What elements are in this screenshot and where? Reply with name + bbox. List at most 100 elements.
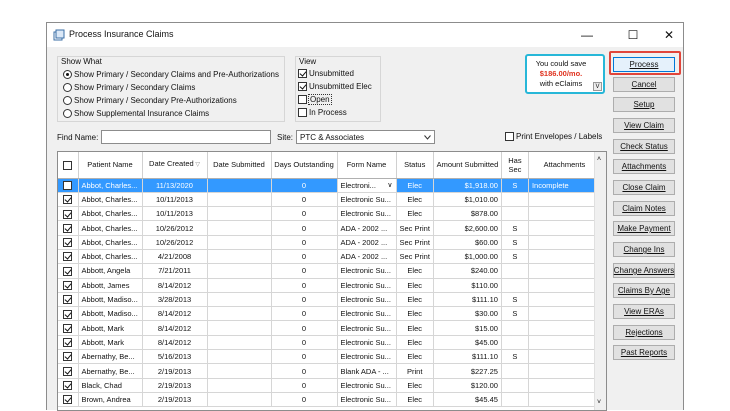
col-patient-name[interactable]: Patient Name xyxy=(78,152,143,179)
claim-notes-button[interactable]: Claim Notes xyxy=(613,201,675,216)
claims-by-age-button[interactable]: Claims By Age xyxy=(613,283,675,298)
show-option-1-radio[interactable] xyxy=(63,70,72,79)
table-row[interactable]: Abernathy, Be... 5/16/2013 0 Electronic Su.… xyxy=(58,349,601,365)
row-checkbox[interactable] xyxy=(58,192,79,208)
past-reports-button[interactable]: Past Reports xyxy=(613,345,675,360)
scroll-up-icon[interactable]: ˄ xyxy=(597,156,601,163)
cell-form-name[interactable]: ADA - 2002 ... xyxy=(337,235,397,250)
setup-button[interactable]: Setup xyxy=(613,97,675,112)
row-select-checkbox[interactable] xyxy=(63,180,73,190)
select-all-checkbox[interactable] xyxy=(63,160,73,170)
cell-form-name[interactable]: Electronic Su... xyxy=(337,349,397,365)
cell-form-name[interactable]: Blank ADA - ... xyxy=(337,363,397,379)
row-checkbox[interactable] xyxy=(58,178,79,193)
col-date-created[interactable]: Date Created ▽ xyxy=(142,152,208,179)
cell-form-name[interactable]: Electronic Su... xyxy=(337,278,397,293)
cell-form-name[interactable]: Electronic Su... xyxy=(337,192,397,208)
cell-form-name[interactable]: Electronic Su... xyxy=(337,320,397,336)
view-eras-button[interactable]: View ERAs xyxy=(613,304,675,319)
col-form-name[interactable]: Form Name xyxy=(337,152,397,179)
change-ins-button[interactable]: Change Ins xyxy=(613,242,675,257)
row-checkbox[interactable] xyxy=(58,392,79,408)
cancel-button[interactable]: Cancel xyxy=(613,77,675,92)
row-select-checkbox[interactable] xyxy=(63,295,73,305)
row-checkbox[interactable] xyxy=(58,292,79,308)
row-checkbox[interactable] xyxy=(58,220,79,236)
table-row[interactable]: Abbot, Charles... 10/26/2012 0 ADA - 2002 .… xyxy=(58,235,601,250)
print-envelopes-checkbox[interactable] xyxy=(505,132,514,141)
col-days-outstanding[interactable]: Days Outstanding xyxy=(271,152,338,179)
table-row[interactable]: Abbott, Mark 8/14/2012 0 Electronic Su... El… xyxy=(58,335,601,351)
find-name-input[interactable] xyxy=(101,130,271,144)
show-option-3-radio[interactable] xyxy=(63,96,72,105)
row-checkbox[interactable] xyxy=(58,349,79,365)
scroll-down-icon[interactable]: ˅ xyxy=(597,399,601,406)
cell-form-name[interactable]: Electronic Su... xyxy=(337,392,397,408)
site-select[interactable]: PTC & Associates xyxy=(296,130,435,144)
cell-form-name[interactable]: Electronic Su... xyxy=(337,335,397,351)
table-row[interactable]: Abbot, Charles... 11/13/2020 0 Electroni...… xyxy=(58,178,601,193)
cell-form-name[interactable]: ADA - 2002 ... xyxy=(337,249,397,265)
unsubmitted-elec-checkbox[interactable] xyxy=(298,82,307,91)
row-checkbox[interactable] xyxy=(58,235,79,250)
row-select-checkbox[interactable] xyxy=(63,195,73,205)
promo-toggle[interactable]: V xyxy=(593,82,602,91)
select-all-header[interactable] xyxy=(58,152,79,179)
table-row[interactable]: Abbot, Charles... 4/21/2008 0 ADA - 2002 ..… xyxy=(58,249,601,265)
show-option-2-radio[interactable] xyxy=(63,83,72,92)
table-row[interactable]: Abernathy, Be... 2/19/2013 0 Blank ADA - ..… xyxy=(58,363,601,379)
col-date-submitted[interactable]: Date Submitted xyxy=(207,152,272,179)
close-claim-button[interactable]: Close Claim xyxy=(613,180,675,195)
row-select-checkbox[interactable] xyxy=(63,252,73,262)
row-checkbox[interactable] xyxy=(58,306,79,322)
make-payment-button[interactable]: Make Payment xyxy=(613,221,675,236)
in-process-checkbox[interactable] xyxy=(298,108,307,117)
row-select-checkbox[interactable] xyxy=(63,209,73,219)
check-status-button[interactable]: Check Status xyxy=(613,139,675,154)
table-row[interactable]: Abbott, Madiso... 3/28/2013 0 Electronic Su… xyxy=(58,292,601,308)
open-checkbox[interactable] xyxy=(298,95,307,104)
chevron-down-icon[interactable]: ∨ xyxy=(387,181,392,189)
row-checkbox[interactable] xyxy=(58,249,79,265)
table-row[interactable]: Brown, Andrea 2/19/2013 0 Electronic Su... E… xyxy=(58,392,601,408)
cell-form-name[interactable]: Electronic Su... xyxy=(337,263,397,279)
col-has-sec[interactable]: Has Sec xyxy=(501,152,529,179)
grid-scrollbar[interactable]: ˄ ˅ xyxy=(594,152,606,410)
unsubmitted-checkbox[interactable] xyxy=(298,69,307,78)
cell-form-name[interactable]: Electronic Su... xyxy=(337,292,397,308)
row-checkbox[interactable] xyxy=(58,263,79,279)
row-checkbox[interactable] xyxy=(58,363,79,379)
row-select-checkbox[interactable] xyxy=(63,366,73,376)
table-row[interactable]: Abbott, James 8/14/2012 0 Electronic Su... E… xyxy=(58,278,601,293)
rejections-button[interactable]: Rejections xyxy=(613,325,675,340)
maximize-button[interactable]: ☐ xyxy=(619,23,647,47)
row-checkbox[interactable] xyxy=(58,378,79,393)
row-select-checkbox[interactable] xyxy=(63,223,73,233)
row-checkbox[interactable] xyxy=(58,335,79,351)
row-select-checkbox[interactable] xyxy=(63,238,73,248)
change-answers-button[interactable]: Change Answers xyxy=(613,263,675,278)
table-row[interactable]: Abbot, Charles... 10/26/2012 0 ADA - 2002 .… xyxy=(58,220,601,236)
col-amount-submitted[interactable]: Amount Submitted xyxy=(433,152,502,179)
cell-form-name[interactable]: Electroni... ∨ xyxy=(337,178,397,193)
row-select-checkbox[interactable] xyxy=(63,338,73,348)
cell-form-name[interactable]: Electronic Su... xyxy=(337,206,397,222)
row-select-checkbox[interactable] xyxy=(63,352,73,362)
row-select-checkbox[interactable] xyxy=(63,266,73,276)
row-select-checkbox[interactable] xyxy=(63,309,73,319)
row-select-checkbox[interactable] xyxy=(63,323,73,333)
row-select-checkbox[interactable] xyxy=(63,395,73,405)
table-row[interactable]: Abbot, Charles... 10/11/2013 0 Electronic S… xyxy=(58,192,601,208)
view-claim-button[interactable]: View Claim xyxy=(613,118,675,133)
row-checkbox[interactable] xyxy=(58,278,79,293)
show-option-4-radio[interactable] xyxy=(63,109,72,118)
col-status[interactable]: Status xyxy=(396,152,434,179)
minimize-button[interactable]: — xyxy=(573,23,601,47)
eclaims-promo[interactable]: You could save $186.00/mo. with eClaims … xyxy=(525,54,605,94)
row-checkbox[interactable] xyxy=(58,206,79,222)
close-button[interactable]: ✕ xyxy=(655,23,683,47)
attachments-button[interactable]: Attachments xyxy=(613,159,675,174)
table-row[interactable]: Abbott, Mark 8/14/2012 0 Electronic Su... El… xyxy=(58,320,601,336)
row-select-checkbox[interactable] xyxy=(63,381,73,391)
col-attachments[interactable]: Attachments xyxy=(528,152,601,179)
